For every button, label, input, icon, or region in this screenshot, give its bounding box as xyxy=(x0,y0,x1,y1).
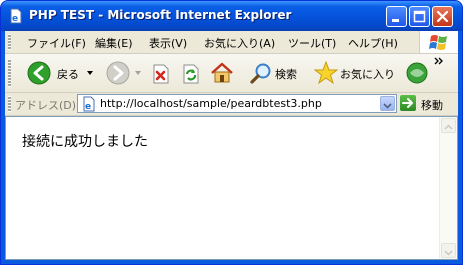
forward-dropdown-icon xyxy=(135,71,141,75)
ie-page-icon: e xyxy=(8,8,24,24)
favorites-button[interactable]: お気に入り xyxy=(310,58,395,88)
menu-file[interactable]: ファイル(F) xyxy=(27,35,86,51)
vertical-scrollbar[interactable] xyxy=(439,117,457,259)
go-arrow-icon xyxy=(402,98,413,108)
scroll-up-button[interactable] xyxy=(441,118,456,133)
page-viewport: 接続に成功しました xyxy=(5,116,458,260)
browser-client: ファイル(F) 編集(E) 表示(V) お気に入り(A) ツール(T) ヘルプ(… xyxy=(5,31,458,260)
address-label: アドレス(D) xyxy=(15,99,77,112)
close-icon xyxy=(436,10,449,23)
maximize-button[interactable] xyxy=(409,6,430,27)
page-icon: e xyxy=(83,96,95,112)
browser-window: e PHP TEST - Microsoft Internet Explorer… xyxy=(0,0,463,265)
go-label[interactable]: 移動 xyxy=(421,97,443,113)
menu-bar: ファイル(F) 編集(E) 表示(V) お気に入り(A) ツール(T) ヘルプ(… xyxy=(5,31,458,54)
back-label: 戻る xyxy=(57,68,79,81)
back-dropdown-icon[interactable] xyxy=(87,71,93,75)
windows-logo-icon xyxy=(419,31,458,53)
stop-icon[interactable] xyxy=(151,64,171,84)
menu-tools[interactable]: ツール(T) xyxy=(288,35,336,51)
standard-toolbar: 戻る 検索 お気に入り xyxy=(5,54,458,93)
search-button[interactable]: 検索 xyxy=(245,58,301,88)
search-label: 検索 xyxy=(275,68,297,81)
minimize-button[interactable] xyxy=(386,6,407,27)
address-dropdown-button[interactable] xyxy=(380,96,395,111)
search-icon xyxy=(250,63,271,84)
menu-favorites[interactable]: お気に入り(A) xyxy=(204,35,275,51)
favorites-label: お気に入り xyxy=(340,68,395,81)
address-bar: アドレス(D) e http://localhost/sample/peardb… xyxy=(5,93,458,116)
media-icon[interactable] xyxy=(405,61,429,85)
menu-view[interactable]: 表示(V) xyxy=(149,35,187,51)
address-bar-grip[interactable] xyxy=(8,96,11,112)
menu-help[interactable]: ヘルプ(H) xyxy=(348,35,398,51)
title-bar[interactable]: e PHP TEST - Microsoft Internet Explorer xyxy=(1,1,462,31)
maximize-icon xyxy=(413,10,426,23)
refresh-icon[interactable] xyxy=(181,64,201,84)
scroll-up-icon xyxy=(444,124,453,130)
minimize-icon xyxy=(392,19,399,22)
close-button[interactable] xyxy=(432,6,453,27)
menu-bar-grip[interactable] xyxy=(8,34,11,50)
forward-button[interactable] xyxy=(100,58,144,88)
toolbar-grip[interactable] xyxy=(8,59,11,87)
page-message: 接続に成功しました xyxy=(22,134,148,150)
address-url: http://localhost/sample/peardbtest3.php xyxy=(100,97,322,110)
forward-arrow-icon xyxy=(106,61,130,85)
window-title: PHP TEST - Microsoft Internet Explorer xyxy=(29,8,292,22)
address-input[interactable]: e http://localhost/sample/peardbtest3.ph… xyxy=(77,94,397,113)
menu-edit[interactable]: 編集(E) xyxy=(95,35,133,51)
scroll-down-icon xyxy=(444,250,453,256)
favorites-star-icon xyxy=(314,61,338,85)
chevron-down-icon xyxy=(383,103,392,109)
back-button[interactable]: 戻る xyxy=(17,58,93,88)
svg-text:e: e xyxy=(12,14,18,24)
toolbar-chevron-icon[interactable] xyxy=(433,56,445,66)
back-arrow-icon xyxy=(27,61,51,85)
go-button[interactable] xyxy=(400,95,416,111)
home-icon[interactable] xyxy=(210,62,234,84)
svg-text:e: e xyxy=(85,102,91,112)
scroll-down-button[interactable] xyxy=(441,243,456,258)
